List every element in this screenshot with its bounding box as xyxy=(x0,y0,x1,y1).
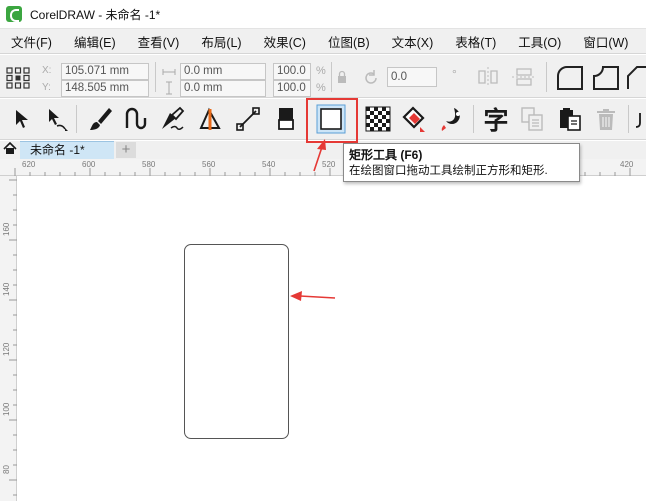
delete-tool[interactable] xyxy=(590,103,622,135)
more-tools-icon xyxy=(634,109,642,129)
rotation-angle-field[interactable]: 0.0 xyxy=(387,67,437,87)
eraser-tool[interactable] xyxy=(270,103,302,135)
ruler-tick-label: 140 xyxy=(2,282,11,296)
shape-tool[interactable] xyxy=(40,103,72,135)
checkerboard-icon xyxy=(365,106,391,132)
height-field[interactable]: 0.0 mm xyxy=(180,80,266,97)
text-char-icon: 字 xyxy=(483,106,509,135)
ruler-tick-label: 160 xyxy=(2,222,11,236)
rotate-icon xyxy=(362,69,380,90)
ruler-tick-label: 560 xyxy=(202,160,216,169)
x-position-field[interactable]: 105.071 mm xyxy=(61,63,149,80)
vertical-ruler[interactable]: 160 140 120 100 80 xyxy=(0,176,17,501)
menu-layout[interactable]: 布局(L) xyxy=(201,32,241,51)
mirror-horizontal-icon[interactable] xyxy=(476,67,500,90)
calligraphy-tool[interactable] xyxy=(156,103,188,135)
perspective-icon xyxy=(197,106,223,132)
calligraphic-pen-icon xyxy=(159,106,185,132)
ruler-tick-label: 520 xyxy=(322,160,336,169)
freehand-tool[interactable] xyxy=(120,103,152,135)
color-drop-icon xyxy=(438,105,466,133)
object-origin-icon[interactable] xyxy=(6,67,30,92)
menu-text[interactable]: 文本(X) xyxy=(392,32,434,51)
degree-icon: ° xyxy=(452,67,457,81)
home-tab[interactable] xyxy=(0,141,20,159)
scale-y-field[interactable]: 100.0 xyxy=(273,80,311,97)
copy-props-tool[interactable] xyxy=(516,103,548,135)
copy-props-icon xyxy=(519,106,545,132)
connector-tool[interactable] xyxy=(232,103,264,135)
height-icon xyxy=(164,81,174,98)
property-bar: X: Y: 105.071 mm 148.505 mm 0.0 mm 0.0 m… xyxy=(0,55,646,98)
lock-ratio-icon[interactable] xyxy=(337,70,347,87)
ruler-tick-label: 100 xyxy=(2,402,11,416)
scalloped-corner-icon[interactable] xyxy=(592,65,620,94)
fill-tool[interactable] xyxy=(398,103,430,135)
menu-edit[interactable]: 编辑(E) xyxy=(74,32,116,51)
menu-view[interactable]: 查看(V) xyxy=(138,32,180,51)
ruler-tick-label: 620 xyxy=(22,160,36,169)
scale-x-field[interactable]: 100.0 xyxy=(273,63,311,80)
tab-document[interactable]: 未命名 -1* xyxy=(20,141,114,159)
scale-x-percent: % xyxy=(316,65,326,77)
menu-table[interactable]: 表格(T) xyxy=(455,32,496,51)
width-field[interactable]: 0.0 mm xyxy=(180,63,266,80)
ruler-tick-label: 420 xyxy=(620,160,634,169)
eyedropper-tool[interactable] xyxy=(436,103,468,135)
paste-tool[interactable] xyxy=(554,103,586,135)
coreldraw-logo-icon xyxy=(6,6,22,22)
fill-bucket-icon xyxy=(400,105,428,133)
rectangle-tool-tooltip: 矩形工具 (F6) 在绘图窗口拖动工具绘制正方形和矩形. xyxy=(343,143,580,182)
pick-tool[interactable] xyxy=(5,103,37,135)
straight-line-icon xyxy=(235,106,261,132)
ruler-tick-label: 80 xyxy=(2,465,11,474)
trash-icon xyxy=(594,106,618,132)
freehand-curve-icon xyxy=(123,106,149,132)
ruler-tick-label: 600 xyxy=(82,160,96,169)
eraser-icon xyxy=(274,106,298,132)
arrow-pointer-icon xyxy=(11,108,31,130)
chamfered-corner-icon[interactable] xyxy=(626,65,646,94)
text-tool[interactable]: 字 xyxy=(480,103,512,135)
perspective-tool[interactable] xyxy=(194,103,226,135)
scale-y-percent: % xyxy=(316,82,326,94)
clipboard-icon xyxy=(557,106,583,132)
shape-node-icon xyxy=(43,106,69,132)
width-icon xyxy=(162,66,176,80)
tooltip-title: 矩形工具 (F6) xyxy=(349,148,423,162)
x-label: X: xyxy=(42,65,52,76)
title-bar: CorelDRAW - 未命名 -1* xyxy=(0,0,646,28)
window-title: CorelDRAW - 未命名 -1* xyxy=(30,7,161,22)
menu-file[interactable]: 文件(F) xyxy=(11,32,52,51)
ruler-tick-label: 540 xyxy=(262,160,276,169)
tool-highlight-box xyxy=(306,98,358,143)
menu-bitmaps[interactable]: 位图(B) xyxy=(328,32,370,51)
mirror-vertical-icon[interactable] xyxy=(512,67,536,90)
menu-window[interactable]: 窗口(W) xyxy=(583,32,628,51)
ruler-tick-label: 580 xyxy=(142,160,156,169)
y-label: Y: xyxy=(42,82,51,93)
menu-effects[interactable]: 效果(C) xyxy=(264,32,306,51)
round-corner-icon[interactable] xyxy=(556,65,584,94)
tooltip-description: 在绘图窗口拖动工具绘制正方形和矩形. xyxy=(349,165,548,177)
transparency-tool[interactable] xyxy=(362,103,394,135)
y-position-field[interactable]: 148.505 mm xyxy=(61,80,149,97)
menu-tools[interactable]: 工具(O) xyxy=(518,32,561,51)
artistic-media-tool[interactable] xyxy=(84,103,116,135)
drawn-rectangle[interactable] xyxy=(184,244,289,439)
menu-bar: 文件(F) 编辑(E) 查看(V) 布局(L) 效果(C) 位图(B) 文本(X… xyxy=(0,28,646,54)
ruler-tick-label: 120 xyxy=(2,342,11,356)
brush-icon xyxy=(87,106,113,132)
drawing-canvas[interactable] xyxy=(18,177,646,501)
add-tab-button[interactable]: + xyxy=(116,142,136,158)
more-tools-button[interactable] xyxy=(634,103,646,135)
home-icon xyxy=(3,141,17,158)
